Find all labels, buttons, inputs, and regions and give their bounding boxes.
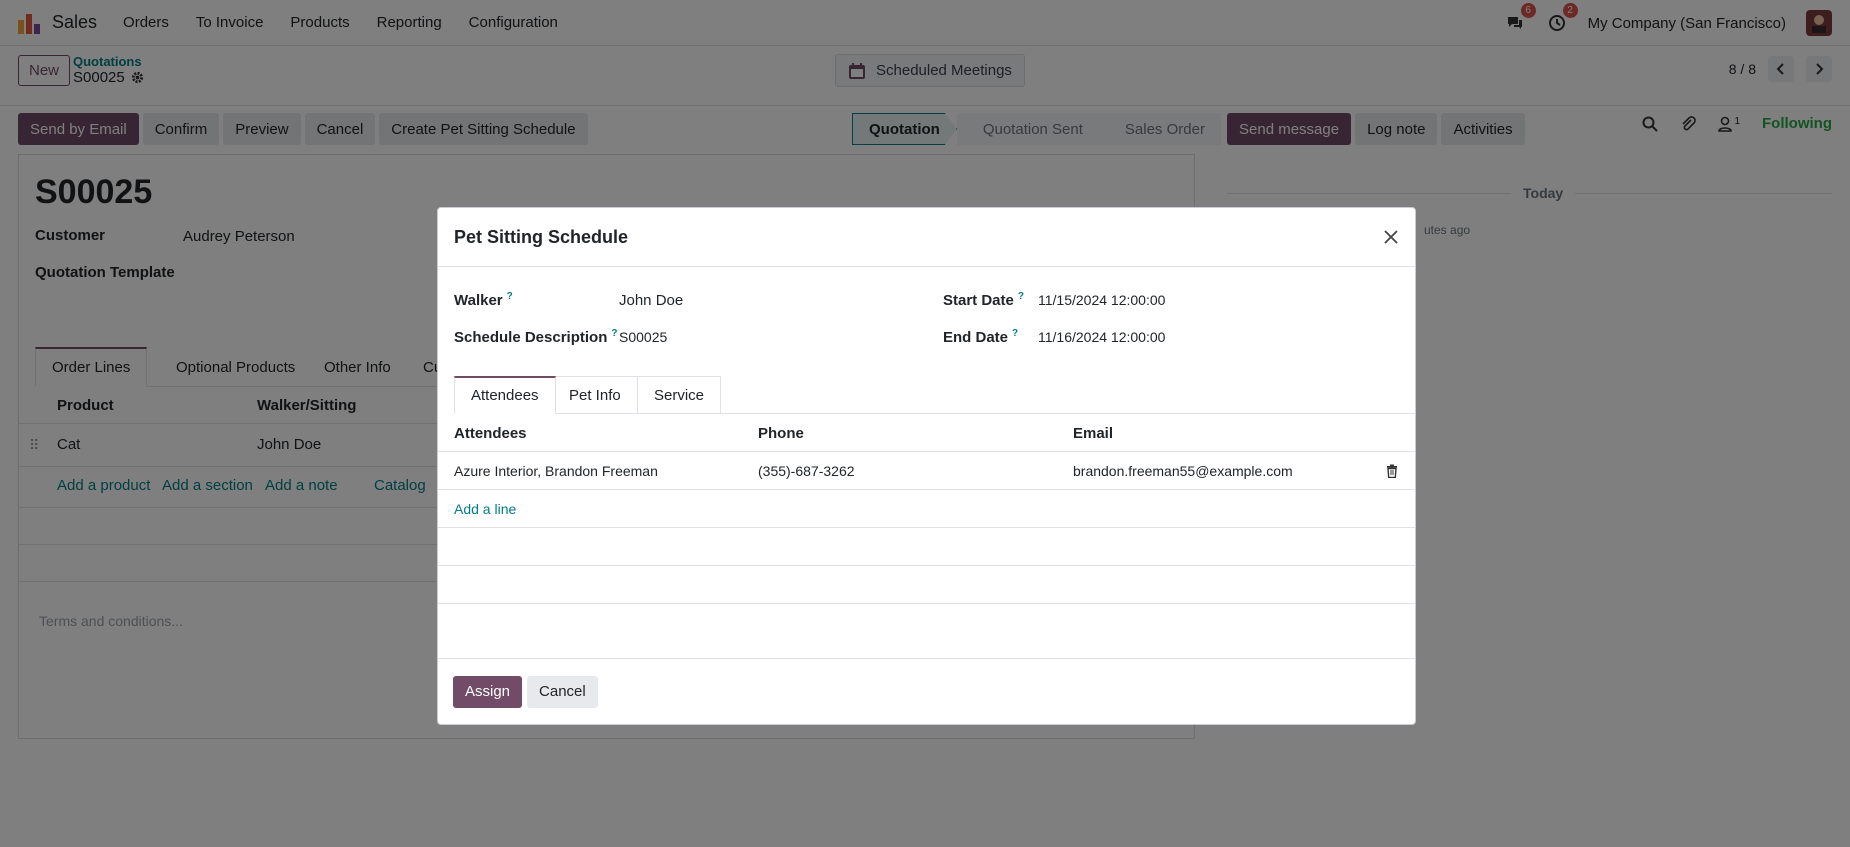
table-row[interactable]: Azure Interior, Brandon Freeman (355)-68…: [438, 452, 1415, 490]
schedule-description-label-text: Schedule Description: [454, 329, 608, 346]
empty-row: [438, 566, 1415, 604]
walker-field[interactable]: John Doe: [619, 292, 683, 309]
trash-icon[interactable]: [1386, 452, 1398, 490]
schedule-description-field[interactable]: S00025: [619, 329, 667, 345]
table-header: Attendees Phone Email: [438, 414, 1415, 452]
add-line-row: Add a line: [438, 490, 1415, 528]
column-email[interactable]: Email: [1073, 414, 1113, 452]
modal-footer: Assign Cancel: [438, 658, 1415, 724]
end-date-label-text: End Date: [943, 329, 1009, 346]
row-phone[interactable]: (355)-687-3262: [758, 452, 855, 490]
pet-sitting-schedule-dialog: Pet Sitting Schedule Walker? John Doe Sc…: [437, 207, 1416, 725]
modal-title: Pet Sitting Schedule: [454, 226, 629, 247]
assign-button[interactable]: Assign: [453, 675, 523, 708]
tab-attendees[interactable]: Attendees: [454, 376, 556, 414]
walker-label-text: Walker: [454, 292, 503, 309]
start-date-field[interactable]: 11/15/2024 12:00:00: [1038, 292, 1165, 308]
walker-help-icon[interactable]: ?: [507, 291, 513, 302]
end-date-field[interactable]: 11/16/2024 12:00:00: [1038, 329, 1165, 345]
column-attendees[interactable]: Attendees: [454, 414, 527, 452]
attendees-table: Attendees Phone Email Azure Interior, Br…: [438, 414, 1415, 604]
schedule-description-help-icon[interactable]: ?: [611, 328, 617, 339]
cancel-button[interactable]: Cancel: [527, 675, 598, 708]
schedule-description-label: Schedule Description?: [454, 328, 617, 346]
empty-row: [438, 528, 1415, 566]
add-line-link[interactable]: Add a line: [454, 490, 516, 528]
modal-header: Pet Sitting Schedule: [438, 208, 1415, 267]
walker-label: Walker?: [454, 291, 513, 309]
close-icon[interactable]: [1381, 227, 1401, 247]
tab-pet-info[interactable]: Pet Info: [552, 376, 638, 414]
end-date-help-icon[interactable]: ?: [1012, 328, 1018, 339]
row-email[interactable]: brandon.freeman55@example.com: [1073, 452, 1293, 490]
tab-service[interactable]: Service: [637, 376, 722, 414]
start-date-label-text: Start Date: [943, 292, 1014, 309]
start-date-label: Start Date?: [943, 291, 1024, 309]
column-phone[interactable]: Phone: [758, 414, 804, 452]
start-date-help-icon[interactable]: ?: [1018, 291, 1024, 302]
end-date-label: End Date?: [943, 328, 1018, 346]
row-attendees[interactable]: Azure Interior, Brandon Freeman: [454, 452, 658, 490]
